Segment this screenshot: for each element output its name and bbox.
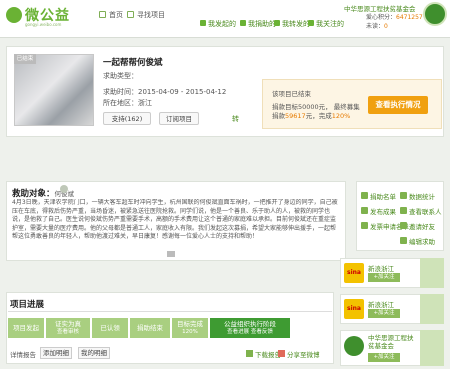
subnav-initiated[interactable]: 我发起的 [208,19,236,29]
download-icon[interactable] [246,350,253,357]
divider [8,311,332,312]
detail-report-label: 详情报告 [10,351,36,359]
list-icon[interactable] [200,20,206,26]
search-icon[interactable] [127,11,134,18]
ribbon-decoration [420,258,444,288]
sidebar-item-statistics[interactable]: 数据统计 [409,191,435,201]
people-icon[interactable] [361,192,368,199]
share-link[interactable]: 转 [232,114,239,124]
subnav-donated[interactable]: 我捐助的 [248,19,276,29]
step-goal-met: 目标完成 120% [172,318,208,338]
invite-icon[interactable] [400,222,407,229]
sidebar-item-contacts[interactable]: 查看联系人 [409,206,442,216]
card-title[interactable]: 新浪浙江 [368,299,394,309]
follow-button[interactable]: +加关注 [368,309,400,318]
home-icon[interactable] [99,11,106,18]
add-detail-button[interactable]: 添加明细 [40,347,72,359]
edit-icon[interactable] [400,237,407,244]
sidebar-item-invite[interactable]: 邀请好友 [409,221,435,231]
nav-find-projects[interactable]: 寻找项目 [137,10,165,20]
ended-text: 该项目已结束 [272,90,311,98]
card-title[interactable]: 中华思源工程扶贫基金会 [368,334,416,350]
progress-heading: 项目进展 [10,300,45,310]
share-weibo-link[interactable]: 分享至微博 [287,349,320,359]
subnav-forwarded[interactable]: 我转发的 [282,19,310,29]
help-type-label: 求助类型： [103,72,138,80]
love-points: 爱心积分：6471257 [366,14,423,21]
sidebar-item-donors[interactable]: 捐助名单 [370,191,396,201]
follow-button[interactable]: +加关注 [368,273,400,282]
expand-icon[interactable] [167,251,175,257]
support-button[interactable]: 支持(162) [103,112,151,125]
card-title[interactable]: 新浪浙江 [368,263,394,273]
sina-logo[interactable]: sina [344,299,364,319]
follow-button[interactable]: +加关注 [368,353,400,362]
raised-text: 捐款59617元，完成120% [272,112,351,120]
gift-icon[interactable] [240,20,246,26]
logo-icon[interactable] [6,7,22,23]
avatar[interactable] [423,2,447,26]
step-execution[interactable]: 公益组织执行阶段 查看进展 查看反馈 [210,318,290,338]
info-icon[interactable] [60,185,68,193]
step-claimed: 已认领 [92,318,128,338]
ribbon-decoration [420,294,444,324]
help-time: 求助时间：2015-04-09 - 2015-04-12 [103,88,227,96]
receipt-icon[interactable] [361,222,368,229]
star-icon[interactable] [308,20,314,26]
step-verified: 证实为真 查看审核 [46,318,90,338]
logo-subtitle: gongyi.weibo.com [25,22,62,27]
foundation-logo[interactable] [344,336,364,356]
weibo-icon[interactable] [278,350,285,357]
ended-tag: 已结束 [14,54,36,64]
contact-icon[interactable] [400,207,407,214]
nav-home[interactable]: 首页 [109,10,123,20]
project-photo[interactable] [14,54,94,126]
sidebar-item-publish[interactable]: 发布成果 [370,206,396,216]
help-location: 所在地区：浙江 [103,99,152,107]
follow-project-button[interactable]: 订阅项目 [159,112,199,125]
unread-count[interactable]: 未读：0 [366,21,388,30]
step-ended: 捐助结束 [130,318,170,338]
share-icon[interactable] [274,20,280,26]
help-description: 4月3日晚，天津农学院门口，一辆大客车超车时冲向学生，杭州国联的何俊斌直面车祸时… [12,199,338,240]
step-initiated: 项目发起 [8,318,44,338]
subnav-followed[interactable]: 我关注的 [316,19,344,29]
doc-icon[interactable] [361,207,368,214]
ribbon-decoration [420,330,444,366]
my-detail-button[interactable]: 我的明细 [78,347,110,359]
view-execution-button[interactable]: 查看执行情况 [368,96,428,114]
project-title[interactable]: 一起帮帮何俊斌 [103,56,163,68]
sina-logo[interactable]: sina [344,263,364,283]
sidebar-item-edit[interactable]: 编辑求助 [409,236,435,246]
chart-icon[interactable] [400,192,407,199]
